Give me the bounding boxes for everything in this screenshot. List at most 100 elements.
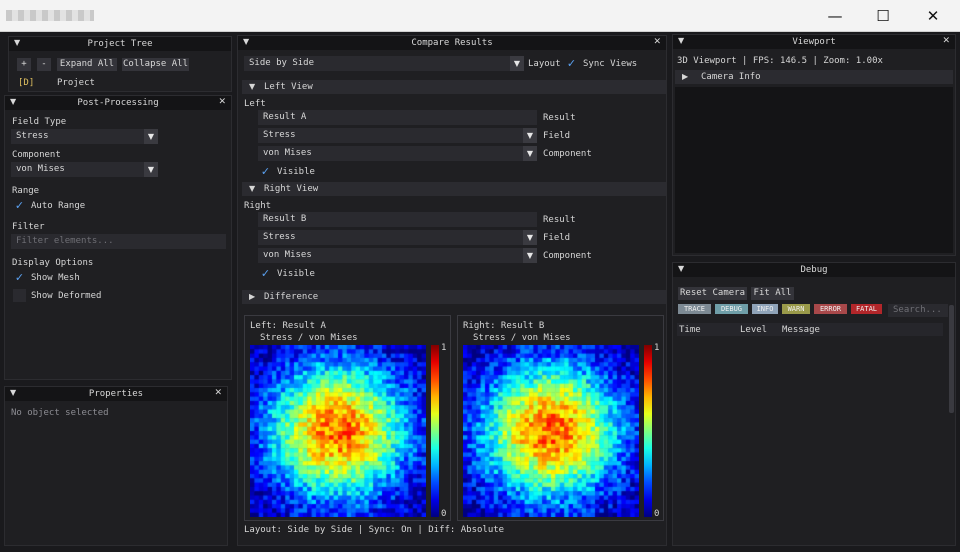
log-level-error-toggle[interactable]: ERROR xyxy=(814,304,847,314)
chevron-down-icon[interactable]: ▼ xyxy=(523,128,537,143)
right-component-select[interactable]: von Mises xyxy=(258,248,523,263)
reset-camera-button[interactable]: Reset Camera xyxy=(678,287,747,300)
left-view-section-header[interactable]: ▼ Left View xyxy=(242,80,666,94)
show-mesh-label: Show Mesh xyxy=(31,273,80,283)
component-select[interactable]: von Mises xyxy=(11,162,144,177)
layout-select[interactable]: Side by Side xyxy=(244,56,510,71)
project-tree-panel: ▼ Project Tree + - Expand All Collapse A… xyxy=(8,36,232,92)
minimize-icon[interactable]: — xyxy=(812,0,858,32)
right-label: Right xyxy=(244,201,272,211)
close-icon[interactable]: ✕ xyxy=(214,388,222,398)
checkmark-icon[interactable]: ✓ xyxy=(259,267,272,280)
chevron-down-icon[interactable]: ▼ xyxy=(144,162,158,177)
3d-viewport-canvas[interactable] xyxy=(675,87,953,253)
plot-subtitle: Stress / von Mises xyxy=(473,333,571,343)
chevron-down-icon[interactable]: ▼ xyxy=(510,56,524,71)
expand-all-button[interactable]: Expand All xyxy=(57,58,117,71)
panel-title: Compare Results xyxy=(411,38,493,48)
log-search-input[interactable]: Search... xyxy=(888,304,948,317)
stress-heatmap[interactable] xyxy=(463,345,639,517)
result-label: Result xyxy=(543,215,576,225)
checkmark-icon[interactable]: ✓ xyxy=(13,271,26,284)
right-field-select[interactable]: Stress xyxy=(258,230,523,245)
left-field-select[interactable]: Stress xyxy=(258,128,523,143)
compare-results-header[interactable]: ▼ Compare Results ✕ xyxy=(238,36,666,50)
component-label: Component xyxy=(543,149,592,159)
plot-title: Left: Result A xyxy=(250,321,326,331)
properties-empty-text: No object selected xyxy=(11,408,109,418)
window-titlebar: — ☐ ✕ xyxy=(0,0,960,32)
color-scale-bar xyxy=(431,345,439,517)
panel-title: Viewport xyxy=(792,37,836,47)
left-result-input[interactable]: Result A xyxy=(258,110,537,125)
column-header-level[interactable]: Level xyxy=(740,325,767,335)
close-icon[interactable]: ✕ xyxy=(910,0,956,32)
filter-input[interactable]: Filter elements... xyxy=(11,234,226,249)
add-node-button[interactable]: + xyxy=(17,58,31,71)
show-deformed-checkbox[interactable] xyxy=(13,289,26,302)
checkmark-icon[interactable]: ✓ xyxy=(565,57,578,70)
properties-panel: ▼ Properties ✕ No object selected xyxy=(4,386,228,546)
post-processing-header[interactable]: ▼ Post-Processing ✕ xyxy=(5,96,231,110)
log-level-warn-toggle[interactable]: WARN xyxy=(782,304,810,314)
checkmark-icon[interactable]: ✓ xyxy=(13,199,26,212)
display-options-label: Display Options xyxy=(12,258,94,268)
layout-label: Layout xyxy=(528,59,561,69)
collapse-arrow-icon[interactable]: ▼ xyxy=(249,182,255,196)
maximize-icon[interactable]: ☐ xyxy=(860,0,906,32)
right-result-input[interactable]: Result B xyxy=(258,212,537,227)
viewport-header[interactable]: ▼ Viewport ✕ xyxy=(673,35,955,49)
auto-range-label: Auto Range xyxy=(31,201,86,211)
remove-node-button[interactable]: - xyxy=(37,58,51,71)
difference-section-header[interactable]: ▶ Difference xyxy=(242,290,666,304)
project-tree-header[interactable]: ▼ Project Tree xyxy=(9,37,231,51)
viewport-info: 3D Viewport | FPS: 146.5 | Zoom: 1.00x xyxy=(677,56,883,66)
plot-subtitle: Stress / von Mises xyxy=(260,333,358,343)
chevron-down-icon[interactable]: ▼ xyxy=(523,248,537,263)
field-type-select[interactable]: Stress xyxy=(11,129,144,144)
post-processing-panel: ▼ Post-Processing ✕ Field Type Stress ▼ … xyxy=(4,95,232,380)
checkmark-icon[interactable]: ✓ xyxy=(259,165,272,178)
panel-title: Properties xyxy=(88,389,144,399)
expand-arrow-icon[interactable]: ▶ xyxy=(249,290,255,304)
color-scale-bar xyxy=(644,345,652,517)
right-view-section-header[interactable]: ▼ Right View xyxy=(242,182,666,196)
chevron-down-icon[interactable]: ▼ xyxy=(523,146,537,161)
result-label: Result xyxy=(543,113,576,123)
close-icon[interactable]: ✕ xyxy=(653,37,661,47)
collapse-arrow-icon[interactable]: ▼ xyxy=(249,80,255,94)
sync-views-label: Sync Views xyxy=(583,59,638,69)
scale-min-label: 0 xyxy=(441,509,447,519)
close-icon[interactable]: ✕ xyxy=(218,97,226,107)
viewport-panel: ▼ Viewport ✕ 3D Viewport | FPS: 146.5 | … xyxy=(672,34,956,256)
left-result-plot[interactable]: Left: Result A Stress / von Mises 1 0 xyxy=(244,315,451,521)
search-placeholder: Search... xyxy=(893,305,942,315)
right-result-plot[interactable]: Right: Result B Stress / von Mises 1 0 xyxy=(457,315,664,521)
log-scrollbar[interactable] xyxy=(949,305,954,413)
window-title-blurred xyxy=(6,10,94,21)
debug-header[interactable]: ▼ Debug xyxy=(673,263,955,277)
properties-header[interactable]: ▼ Properties ✕ xyxy=(5,387,227,401)
collapse-all-button[interactable]: Collapse All xyxy=(122,58,189,71)
close-icon[interactable]: ✕ xyxy=(942,36,950,46)
left-component-select[interactable]: von Mises xyxy=(258,146,523,161)
panel-title: Debug xyxy=(800,265,828,275)
log-level-info-toggle[interactable]: INFO xyxy=(752,304,778,314)
field-label: Field xyxy=(543,131,571,141)
column-header-time[interactable]: Time xyxy=(679,325,701,335)
tree-node-project[interactable]: Project xyxy=(57,78,95,88)
camera-info-section-header[interactable]: ▶ Camera Info xyxy=(675,70,953,84)
stress-heatmap[interactable] xyxy=(250,345,426,517)
log-level-fatal-toggle[interactable]: FATAL xyxy=(851,304,882,314)
chevron-down-icon[interactable]: ▼ xyxy=(144,129,158,144)
filter-label: Filter xyxy=(12,222,45,232)
log-level-debug-toggle[interactable]: DEBUG xyxy=(715,304,748,314)
column-header-message[interactable]: Message xyxy=(782,325,820,335)
visible-label: Visible xyxy=(277,269,315,279)
show-deformed-label: Show Deformed xyxy=(31,291,102,301)
fit-all-button[interactable]: Fit All xyxy=(751,287,794,300)
log-level-trace-toggle[interactable]: TRACE xyxy=(678,304,711,314)
expand-arrow-icon[interactable]: ▶ xyxy=(682,70,688,84)
chevron-down-icon[interactable]: ▼ xyxy=(523,230,537,245)
left-label: Left xyxy=(244,99,266,109)
